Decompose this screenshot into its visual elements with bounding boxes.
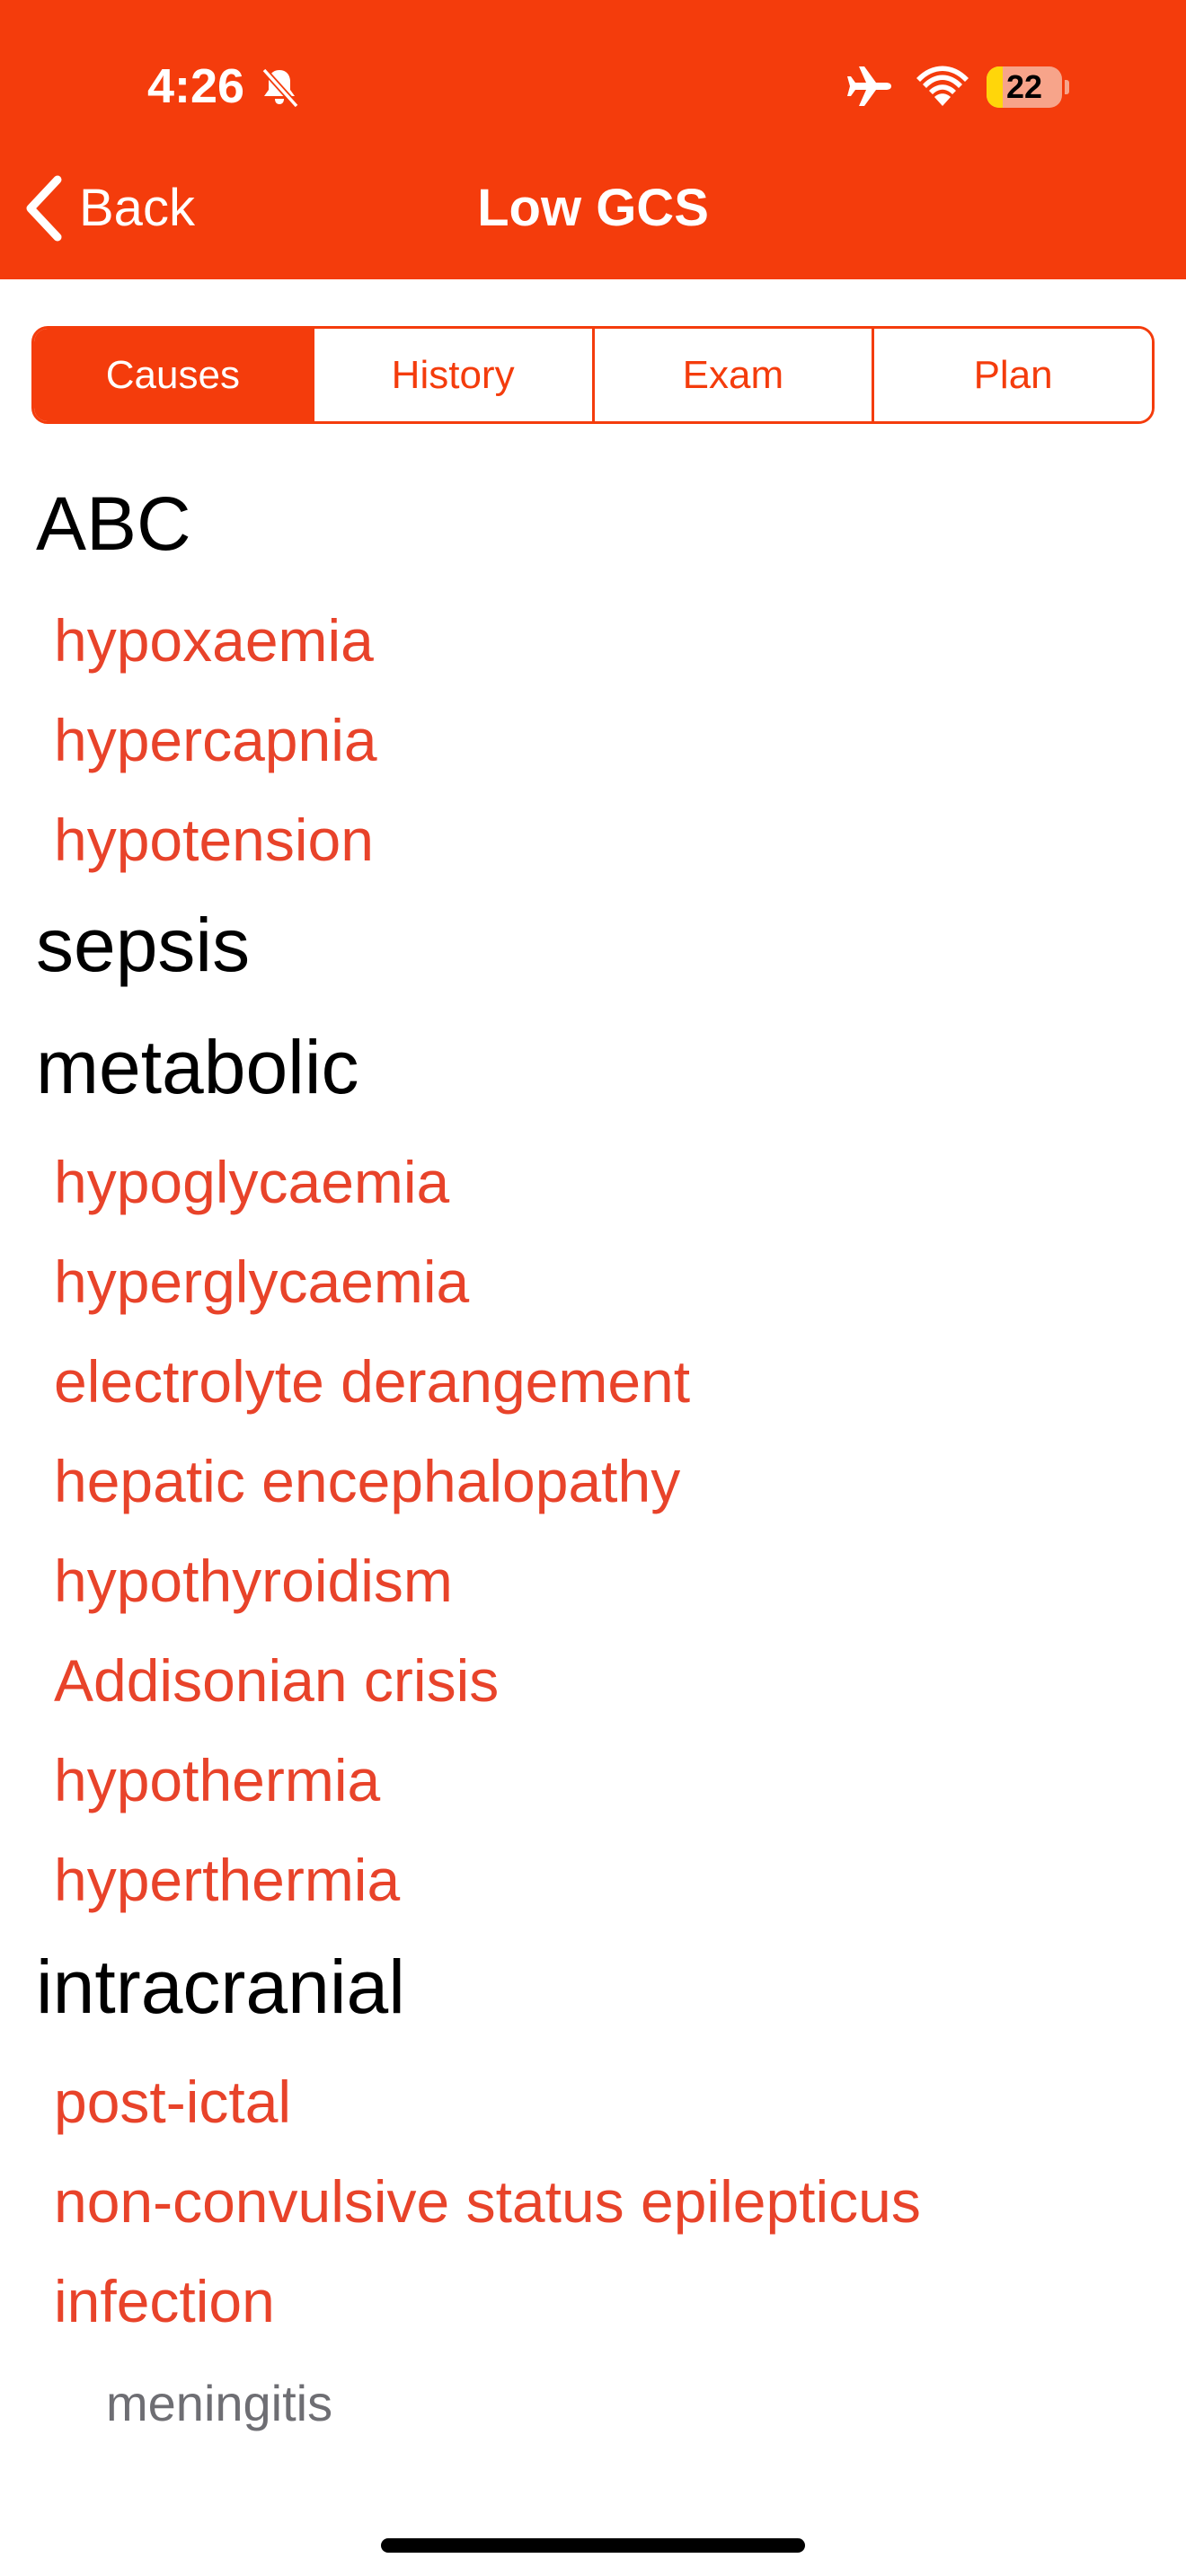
airplane-icon (847, 66, 891, 106)
home-indicator (381, 2538, 805, 2553)
tab-plan[interactable]: Plan (872, 329, 1152, 421)
wifi-icon (916, 66, 969, 106)
header: 4:26 22 Back Low GCS (0, 0, 1186, 279)
battery-level: 22 (1005, 68, 1043, 105)
section-heading-metabolic: metabolic (36, 1025, 359, 1109)
cause-item[interactable]: hypothyroidism (54, 1545, 453, 1617)
cause-item[interactable]: post-ictal (54, 2066, 291, 2138)
cause-item[interactable]: hyperthermia (54, 1844, 400, 1916)
segmented-control: Causes History Exam Plan (31, 326, 1155, 424)
section-heading-sepsis: sepsis (36, 903, 251, 987)
cause-item[interactable]: hypoglycaemia (54, 1146, 449, 1218)
cause-item[interactable]: infection (54, 2265, 275, 2337)
subcause-item: meningitis (106, 2375, 333, 2431)
tab-history[interactable]: History (311, 329, 592, 421)
page-title: Low GCS (477, 179, 709, 237)
cause-item[interactable]: hypoxaemia (54, 604, 374, 676)
status-time: 4:26 (147, 59, 245, 113)
bell-slash-icon (261, 67, 299, 109)
section-heading-abc: ABC (36, 481, 191, 566)
cause-item[interactable]: hyperglycaemia (54, 1246, 469, 1318)
cause-item[interactable]: Addisonian crisis (54, 1645, 499, 1716)
tab-exam[interactable]: Exam (591, 329, 872, 421)
cause-item[interactable]: electrolyte derangement (54, 1345, 690, 1417)
cause-item[interactable]: hypothermia (54, 1744, 380, 1816)
section-heading-intracranial: intracranial (36, 1945, 405, 2029)
battery-icon: 22 (987, 66, 1069, 108)
tab-causes[interactable]: Causes (34, 329, 312, 421)
battery-body: 22 (987, 66, 1062, 108)
cause-item[interactable]: hepatic encephalopathy (54, 1445, 680, 1517)
cause-item[interactable]: non-convulsive status epilepticus (54, 2166, 921, 2237)
battery-cap (1065, 80, 1069, 94)
cause-item[interactable]: hypercapnia (54, 704, 377, 776)
cause-item[interactable]: hypotension (54, 804, 374, 876)
screen: 4:26 22 Back Low GCS Causes History Exam… (0, 0, 1186, 2576)
